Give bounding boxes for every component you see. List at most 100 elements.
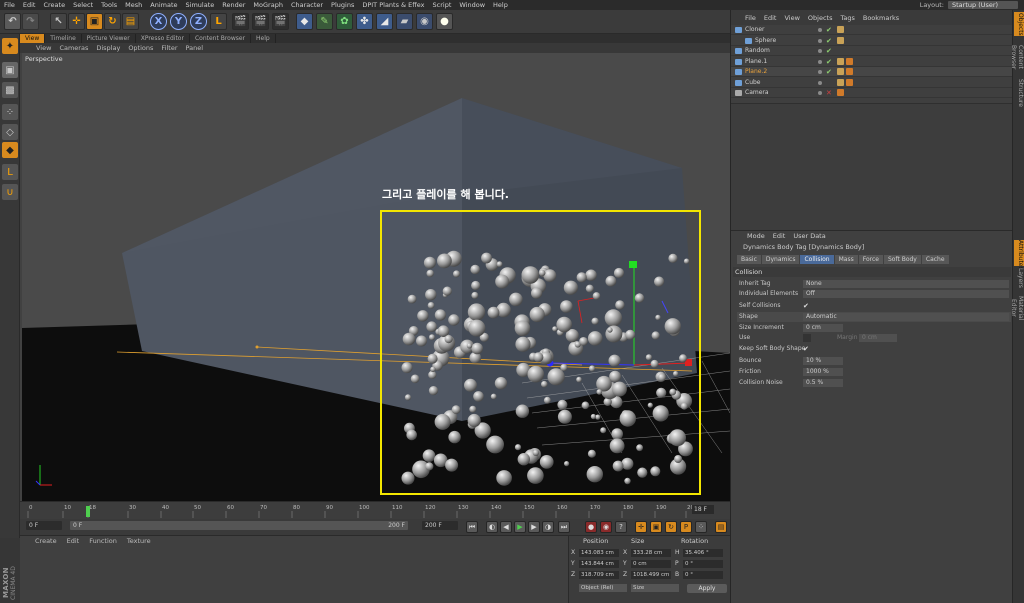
size-x-field[interactable]: 333.28 cm <box>631 549 671 557</box>
visibility-dot-icon[interactable] <box>818 49 822 53</box>
viewport-menu-view[interactable]: View <box>32 43 55 53</box>
camera-icon[interactable]: ◉ <box>416 13 433 30</box>
model-mode-icon[interactable]: ▣ <box>2 62 18 78</box>
side-tab-structure[interactable]: Structure <box>1014 78 1024 108</box>
menu-plugins[interactable]: Plugins <box>327 1 358 9</box>
margin-field[interactable]: 0 cm <box>859 334 897 342</box>
attr-tab-cache[interactable]: Cache <box>921 255 949 264</box>
attr-tab-collision[interactable]: Collision <box>800 255 834 264</box>
visibility-dot-icon[interactable] <box>818 80 822 85</box>
pos-y-field[interactable]: 143.844 cm <box>579 560 619 568</box>
attr-tab-dynamics[interactable]: Dynamics <box>761 255 800 264</box>
side-tab-objects[interactable]: Objects <box>1014 12 1024 36</box>
play-icon[interactable]: ▶ <box>514 521 526 533</box>
live-select-icon[interactable]: ↖ <box>50 13 67 30</box>
object-row-camera[interactable]: Camera ✕ <box>731 88 1013 98</box>
edges-mode-icon[interactable]: ◇ <box>2 124 18 140</box>
menu-select[interactable]: Select <box>69 1 97 9</box>
make-editable-icon[interactable]: ✦ <box>2 38 18 54</box>
menu-help[interactable]: Help <box>489 1 512 9</box>
x-axis-icon[interactable]: X <box>150 13 167 30</box>
pos-x-field[interactable]: 143.083 cm <box>579 549 619 557</box>
timeline-window-icon[interactable]: ▤ <box>715 521 727 533</box>
frame-range-slider[interactable]: 0 F 200 F <box>70 521 408 530</box>
menu-mesh[interactable]: Mesh <box>121 1 146 9</box>
object-row-random[interactable]: Random ✔ <box>731 46 1013 56</box>
visibility-dot-icon[interactable] <box>818 70 822 74</box>
timeline-ruler[interactable]: 0 10 18 30 40 50 60 70 80 90 100 110 120 130 140 150 160… <box>20 501 730 519</box>
enabled-check-icon[interactable]: ✔ <box>826 46 832 56</box>
enabled-check-icon[interactable]: ✔ <box>826 57 832 67</box>
next-frame-icon[interactable]: ▶ <box>528 521 540 533</box>
deformer-icon[interactable]: ◢ <box>376 13 393 30</box>
object-row-cube[interactable]: Cube <box>731 78 1013 88</box>
tab-xpresso-editor[interactable]: XPresso Editor <box>136 34 190 43</box>
record-icon[interactable]: ● <box>585 521 597 533</box>
tab-timeline[interactable]: Timeline <box>45 34 82 43</box>
size-mode-select[interactable]: Size <box>631 584 679 592</box>
side-tab-material-editor[interactable]: Material Editor <box>1010 288 1024 328</box>
texture-mode-icon[interactable]: ▩ <box>2 82 18 98</box>
menu-mograph[interactable]: MoGraph <box>249 1 287 9</box>
menu-render[interactable]: Render <box>218 1 249 9</box>
tab-help[interactable]: Help <box>251 34 276 43</box>
prop-checkbox[interactable]: ✔ <box>803 301 809 311</box>
object-menu-edit[interactable]: Edit <box>760 14 781 22</box>
scale-key-icon[interactable]: ▣ <box>650 521 662 533</box>
menu-tools[interactable]: Tools <box>97 1 121 9</box>
scale-icon[interactable]: ▣ <box>86 13 103 30</box>
tab-content-browser[interactable]: Content Browser <box>190 34 252 43</box>
pos-z-field[interactable]: 318.709 cm <box>579 571 619 579</box>
previous-key-icon[interactable]: ◐ <box>486 521 498 533</box>
object-menu-objects[interactable]: Objects <box>804 14 837 22</box>
start-frame-field[interactable]: 0 F <box>26 521 62 530</box>
tab-picture-viewer[interactable]: Picture Viewer <box>82 34 136 43</box>
array-icon[interactable]: ✤ <box>356 13 373 30</box>
material-menu-function[interactable]: Function <box>84 536 122 546</box>
visibility-dot-icon[interactable] <box>818 38 822 43</box>
snap-icon[interactable]: ∪ <box>2 184 18 200</box>
render-view-icon[interactable]: 🎬 <box>232 13 249 30</box>
point-level-icon[interactable]: ⁘ <box>695 521 707 533</box>
prop-number-field[interactable]: 1000 % <box>803 368 843 376</box>
y-axis-icon[interactable]: Y <box>170 13 187 30</box>
parameter-key-icon[interactable]: P <box>680 521 692 533</box>
undo-icon[interactable]: ↶ <box>4 13 21 30</box>
light-icon[interactable]: ● <box>436 13 453 30</box>
playhead[interactable] <box>86 506 90 517</box>
attribute-menu-edit[interactable]: Edit <box>769 231 790 241</box>
visibility-dot-icon[interactable] <box>818 91 822 95</box>
object-menu-file[interactable]: File <box>741 14 760 22</box>
autokey-icon[interactable]: ◉ <box>600 521 612 533</box>
prop-number-field[interactable]: 10 % <box>803 357 843 365</box>
render-picture-viewer-icon[interactable]: 🎬 <box>252 13 269 30</box>
material-menu-texture[interactable]: Texture <box>122 536 156 546</box>
viewport-menu-options[interactable]: Options <box>124 43 157 53</box>
size-z-field[interactable]: 1018.499 cm <box>631 571 671 579</box>
menu-dpit-plants-effex[interactable]: DPIT Plants & Effex <box>358 1 428 9</box>
menu-edit[interactable]: Edit <box>19 1 40 9</box>
polygons-mode-icon[interactable]: ◆ <box>2 142 18 158</box>
dynamics-tag-icon[interactable] <box>846 57 853 65</box>
keyframe-selection-icon[interactable]: ? <box>615 521 627 533</box>
prop-select[interactable]: Automatic <box>803 313 1009 321</box>
end-frame-field[interactable]: 200 F <box>422 521 458 530</box>
layout-select[interactable]: Startup (User) <box>948 1 1018 9</box>
subdivision-icon[interactable]: ✿ <box>336 13 353 30</box>
viewport-menu-filter[interactable]: Filter <box>157 43 181 53</box>
previous-frame-icon[interactable]: ◀ <box>500 521 512 533</box>
visibility-dot-icon[interactable] <box>818 28 822 32</box>
prop-select[interactable]: None <box>803 280 1009 288</box>
material-menu-create[interactable]: Create <box>30 536 62 546</box>
protection-tag-icon[interactable] <box>837 89 844 96</box>
redo-icon[interactable]: ↷ <box>22 13 39 30</box>
go-to-end-icon[interactable]: ⏭ <box>558 521 570 533</box>
viewport-menu-display[interactable]: Display <box>92 43 124 53</box>
material-tag-icon[interactable] <box>837 78 844 86</box>
viewport-menu-panel[interactable]: Panel <box>182 43 208 53</box>
cube-object-icon[interactable]: ◆ <box>296 13 313 30</box>
rot-p-field[interactable]: 0 ° <box>683 560 723 568</box>
rot-h-field[interactable]: 35.406 ° <box>683 549 723 557</box>
menu-simulate[interactable]: Simulate <box>182 1 219 9</box>
menu-animate[interactable]: Animate <box>146 1 181 9</box>
